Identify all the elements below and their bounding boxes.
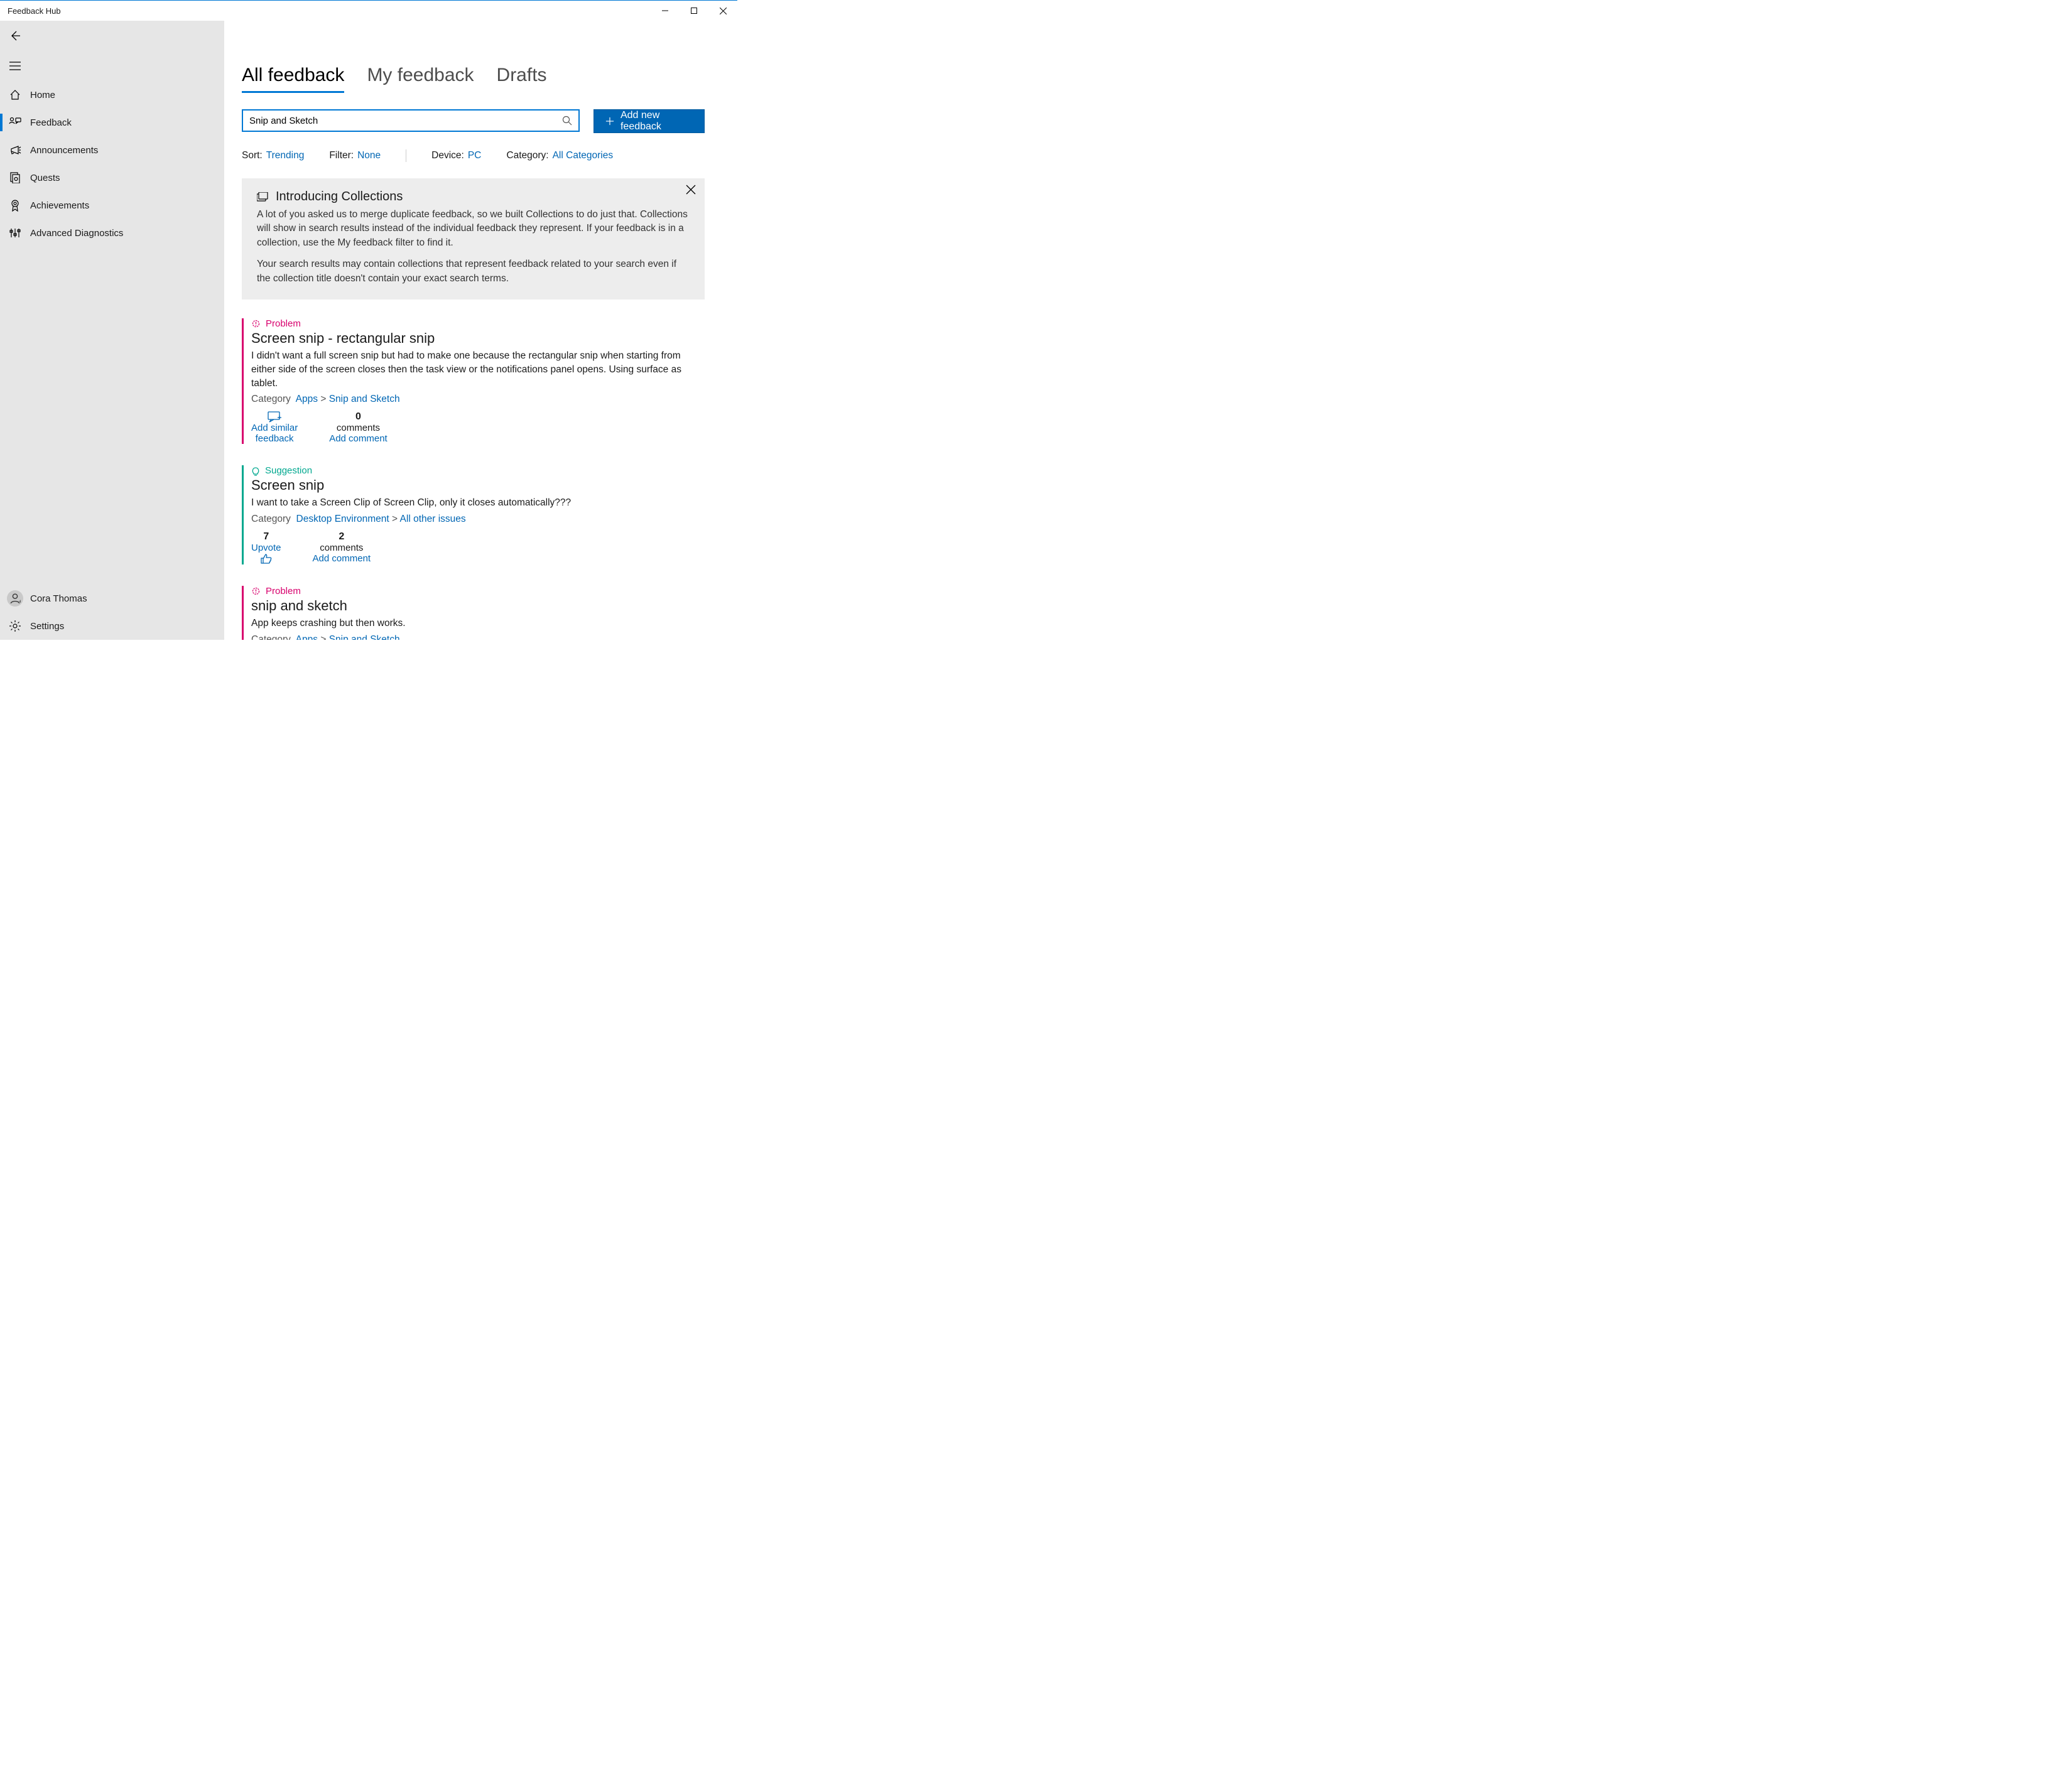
svg-text:+: + [19, 598, 21, 604]
device-control[interactable]: Device: PC [431, 150, 481, 161]
sort-value: Trending [266, 150, 305, 161]
suggestion-icon [251, 466, 260, 476]
feedback-type-label: Problem [266, 318, 301, 329]
sidebar-item-home[interactable]: Home [0, 81, 224, 109]
sort-label: Sort: [242, 150, 263, 161]
megaphone-icon [0, 145, 30, 155]
filter-value: None [357, 150, 381, 161]
add-comment-link[interactable]: Add comment [329, 433, 388, 444]
feedback-type-label: Problem [266, 586, 301, 596]
sidebar-item-achievements[interactable]: Achievements [0, 192, 224, 219]
plus-icon [605, 116, 614, 126]
add-comment-link[interactable]: Add comment [313, 553, 371, 564]
banner-paragraph-1: A lot of you asked us to merge duplicate… [257, 208, 690, 250]
category-label: Category: [506, 150, 548, 161]
sort-control[interactable]: Sort: Trending [242, 150, 304, 161]
category-label: Category [251, 394, 291, 404]
sidebar-item-advanced-diagnostics[interactable]: Advanced Diagnostics [0, 219, 224, 247]
feedback-description: I didn't want a full screen snip but had… [251, 349, 705, 390]
window-maximize-button[interactable] [680, 1, 708, 21]
feedback-title: snip and sketch [251, 598, 705, 614]
content-area: All feedback My feedback Drafts Add new fe… [224, 21, 737, 640]
hamburger-button[interactable] [0, 51, 30, 81]
feedback-description: I want to take a Screen Clip of Screen C… [251, 496, 705, 510]
sidebar-settings-label: Settings [30, 621, 64, 632]
sidebar-item-label: Announcements [30, 145, 98, 156]
category-link-2[interactable]: All other issues [400, 514, 466, 524]
quest-icon [0, 172, 30, 183]
tab-drafts[interactable]: Drafts [497, 65, 547, 93]
back-button[interactable] [0, 21, 30, 51]
feedback-type-label: Suggestion [265, 465, 312, 476]
sidebar-item-label: Quests [30, 173, 60, 183]
feedback-icon [0, 117, 30, 128]
sidebar-item-label: Feedback [30, 117, 72, 128]
category-label: Category [251, 634, 291, 640]
sidebar-item-announcements[interactable]: Announcements [0, 136, 224, 164]
device-label: Device: [431, 150, 464, 161]
filter-bar: Sort: Trending Filter: None Device: PC C… [242, 149, 705, 162]
window-close-button[interactable] [708, 1, 737, 21]
category-link-2[interactable]: Snip and Sketch [329, 634, 400, 640]
search-icon[interactable] [562, 116, 572, 126]
problem-icon [251, 319, 261, 328]
thumb-up-icon [260, 553, 273, 564]
category-label: Category [251, 514, 291, 524]
banner-paragraph-2: Your search results may contain collecti… [257, 257, 690, 286]
avatar-icon: + [7, 590, 23, 607]
sidebar-item-label: Advanced Diagnostics [30, 228, 123, 239]
filter-label: Filter: [329, 150, 354, 161]
feedback-card[interactable]: SuggestionScreen snip I want to take a Sc… [242, 465, 705, 564]
collections-banner: Introducing Collections A lot of you ask… [242, 178, 705, 300]
sidebar-item-quests[interactable]: Quests [0, 164, 224, 192]
home-icon [0, 89, 30, 100]
ribbon-icon [0, 199, 30, 212]
feedback-card[interactable]: Problem snip and sketch App keeps crashing… [242, 586, 705, 640]
feedback-title: Screen snip - rectangular snip [251, 330, 705, 347]
category-link-2[interactable]: Snip and Sketch [329, 394, 400, 404]
comment-count: 0 [355, 411, 361, 423]
window-minimize-button[interactable] [651, 1, 680, 21]
banner-close-button[interactable] [686, 185, 696, 195]
sidebar-user[interactable]: + Cora Thomas [0, 585, 224, 612]
search-input[interactable] [249, 116, 562, 126]
diag-icon [0, 227, 30, 239]
category-control[interactable]: Category: All Categories [506, 150, 613, 161]
sidebar-settings[interactable]: Settings [0, 612, 224, 640]
add-similar-feedback-button[interactable]: Add similarfeedback [251, 411, 298, 444]
add-new-feedback-button[interactable]: Add new feedback [593, 109, 705, 133]
titlebar: Feedback Hub [0, 1, 737, 21]
search-box[interactable] [242, 109, 580, 132]
comments-label: comments [337, 423, 380, 433]
comments-label: comments [320, 542, 363, 553]
category-link-1[interactable]: Apps [296, 634, 318, 640]
problem-icon [251, 586, 261, 596]
feedback-card[interactable]: ProblemScreen snip - rectangular snip I d… [242, 318, 705, 444]
upvote-button[interactable]: 7Upvote [251, 531, 281, 564]
tab-all-feedback[interactable]: All feedback [242, 65, 344, 93]
feedback-title: Screen snip [251, 477, 705, 494]
sidebar-item-feedback[interactable]: Feedback [0, 109, 224, 136]
sidebar: Home Feedback Announcements Quests Achieveme… [0, 21, 224, 640]
category-value: All Categories [553, 150, 614, 161]
feedback-description: App keeps crashing but then works. [251, 617, 705, 630]
window-title: Feedback Hub [0, 6, 61, 16]
comment-count: 2 [339, 531, 344, 542]
tab-my-feedback[interactable]: My feedback [367, 65, 474, 93]
sidebar-user-label: Cora Thomas [30, 593, 87, 604]
banner-title: Introducing Collections [276, 190, 403, 204]
filter-control[interactable]: Filter: None [329, 150, 381, 161]
category-link-1[interactable]: Apps [296, 394, 318, 404]
sidebar-item-label: Home [30, 90, 55, 100]
collections-icon [257, 192, 269, 202]
device-value: PC [468, 150, 482, 161]
sidebar-item-label: Achievements [30, 200, 89, 211]
category-link-1[interactable]: Desktop Environment [296, 514, 389, 524]
gear-icon [0, 620, 30, 632]
add-similar-icon [268, 411, 281, 423]
add-new-feedback-label: Add new feedback [621, 110, 693, 132]
